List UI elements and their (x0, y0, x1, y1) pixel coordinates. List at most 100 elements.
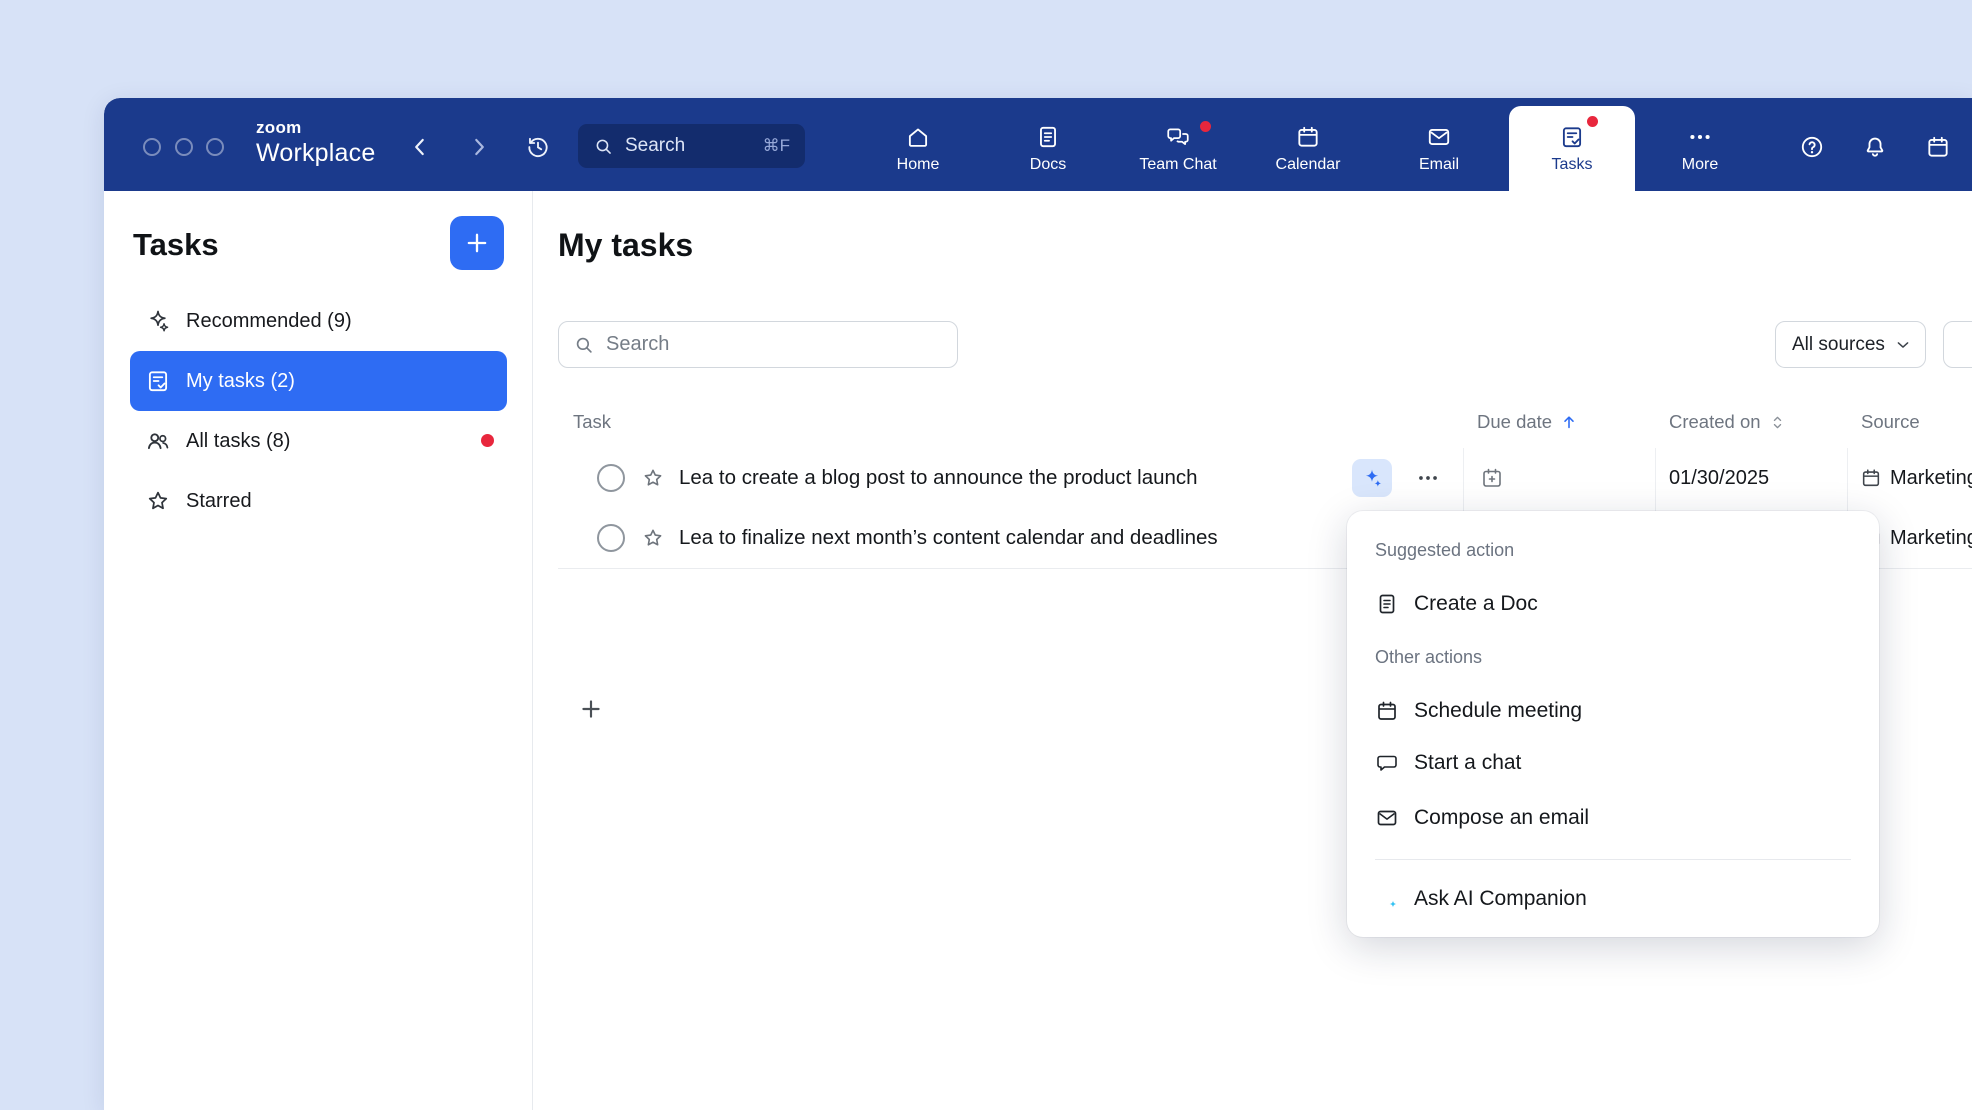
task-search-input[interactable] (606, 333, 943, 356)
calendar-shortcut-button[interactable] (1925, 134, 1951, 160)
star-icon[interactable] (641, 466, 665, 490)
column-header-due-date[interactable]: Due date (1477, 411, 1579, 433)
column-label: Task (573, 411, 611, 433)
zoom-workplace-window: zoom Workplace Search ⌘F Home Docs T (104, 98, 1972, 1110)
task-title[interactable]: Lea to create a blog post to announce th… (679, 448, 1198, 508)
notification-dot (481, 434, 494, 447)
star-icon (145, 488, 171, 514)
menu-item-label: Compose an email (1414, 806, 1589, 830)
task-title[interactable]: Lea to finalize next month’s content cal… (679, 508, 1218, 568)
calendar-icon (1375, 699, 1399, 723)
nav-home[interactable]: Home (858, 106, 978, 191)
menu-item-ask-ai-companion[interactable]: Ask AI Companion (1375, 877, 1859, 921)
task-check-icon (145, 368, 171, 394)
add-task-button[interactable] (450, 216, 504, 270)
sidebar-item-label: All tasks (8) (186, 430, 290, 453)
docs-icon (1035, 124, 1061, 150)
menu-item-schedule-meeting[interactable]: Schedule meeting (1375, 689, 1859, 733)
menu-item-label: Create a Doc (1414, 592, 1538, 616)
add-task-inline-button[interactable] (578, 696, 604, 722)
nav-docs[interactable]: Docs (988, 106, 1108, 191)
menu-item-start-chat[interactable]: Start a chat (1375, 741, 1859, 785)
nav-label: More (1682, 156, 1718, 174)
nav-label: Tasks (1552, 156, 1593, 174)
ai-companion-action-button[interactable] (1352, 459, 1392, 497)
created-on-value: 01/30/2025 (1669, 448, 1769, 508)
column-divider (1847, 448, 1848, 508)
window-control-minimize[interactable] (175, 138, 193, 156)
history-icon (525, 134, 551, 160)
nav-calendar[interactable]: Calendar (1248, 106, 1368, 191)
forward-button[interactable] (466, 134, 492, 160)
global-search[interactable]: Search ⌘F (578, 124, 805, 168)
notification-dot (1587, 116, 1598, 127)
notifications-button[interactable] (1862, 134, 1888, 160)
sidebar-item-label: My tasks (2) (186, 370, 295, 393)
window-control-close[interactable] (143, 138, 161, 156)
sidebar-title: Tasks (133, 227, 219, 263)
search-icon (573, 334, 595, 356)
sidebar-item-my-tasks[interactable]: My tasks (2) (130, 351, 507, 411)
plus-icon (578, 696, 604, 722)
desktop-background: zoom Workplace Search ⌘F Home Docs T (0, 0, 1972, 1110)
ai-sparkle-icon (1361, 467, 1383, 489)
tasks-icon (1559, 124, 1585, 150)
sparkle-icon (145, 308, 171, 334)
sidebar-item-all-tasks[interactable]: All tasks (8) (130, 411, 507, 471)
column-header-source[interactable]: Source (1861, 411, 1920, 433)
task-complete-radio[interactable] (597, 464, 625, 492)
nav-more[interactable]: More (1640, 106, 1760, 191)
sidebar-item-label: Recommended (9) (186, 310, 352, 333)
notification-dot (1200, 121, 1211, 132)
add-due-date-button[interactable] (1480, 466, 1504, 490)
chevron-left-icon (407, 134, 433, 160)
bell-icon (1862, 134, 1888, 160)
column-divider (1463, 448, 1464, 508)
chevron-down-icon (1893, 335, 1913, 355)
sort-ascending-icon[interactable] (1559, 412, 1579, 432)
sort-icon[interactable] (1768, 413, 1787, 432)
nav-label: Home (897, 156, 940, 174)
history-button[interactable] (525, 134, 551, 160)
ai-companion-icon (1375, 887, 1399, 911)
clipped-filter-button[interactable] (1943, 321, 1972, 368)
row-more-button[interactable] (1415, 465, 1441, 491)
calendar-icon (1860, 467, 1882, 489)
star-icon[interactable] (641, 526, 665, 550)
task-complete-radio[interactable] (597, 524, 625, 552)
nav-team-chat[interactable]: Team Chat (1118, 106, 1238, 191)
sidebar-item-recommended[interactable]: Recommended (9) (130, 291, 507, 351)
menu-item-compose-email[interactable]: Compose an email (1375, 796, 1859, 840)
nav-label: Docs (1030, 156, 1066, 174)
brand-workplace: Workplace (256, 141, 375, 166)
back-button[interactable] (407, 134, 433, 160)
task-row: Lea to create a blog post to announce th… (558, 448, 1972, 508)
global-search-placeholder: Search (625, 135, 685, 157)
window-control-maximize[interactable] (206, 138, 224, 156)
calendar-icon (1295, 124, 1321, 150)
menu-item-create-doc[interactable]: Create a Doc (1375, 582, 1859, 626)
calendar-plus-icon (1480, 466, 1504, 490)
column-header-task[interactable]: Task (573, 411, 611, 433)
ellipsis-icon (1415, 465, 1441, 491)
search-shortcut: ⌘F (763, 136, 790, 156)
sources-filter-dropdown[interactable]: All sources (1775, 321, 1926, 368)
help-icon (1799, 134, 1825, 160)
more-icon (1687, 124, 1713, 150)
nav-label: Team Chat (1139, 156, 1216, 174)
search-icon (593, 136, 614, 157)
sidebar-item-label: Starred (186, 490, 252, 513)
column-label: Due date (1477, 411, 1552, 433)
plus-icon (463, 229, 491, 257)
task-search-field[interactable] (558, 321, 958, 368)
nav-email[interactable]: Email (1379, 106, 1499, 191)
sidebar-item-starred[interactable]: Starred (130, 471, 507, 531)
column-header-created-on[interactable]: Created on (1669, 411, 1787, 433)
divider (1375, 859, 1851, 860)
home-icon (905, 124, 931, 150)
menu-item-label: Start a chat (1414, 751, 1521, 775)
nav-tasks-active[interactable]: Tasks (1509, 106, 1635, 191)
nav-label: Email (1419, 156, 1459, 174)
column-divider (1655, 448, 1656, 508)
help-button[interactable] (1799, 134, 1825, 160)
